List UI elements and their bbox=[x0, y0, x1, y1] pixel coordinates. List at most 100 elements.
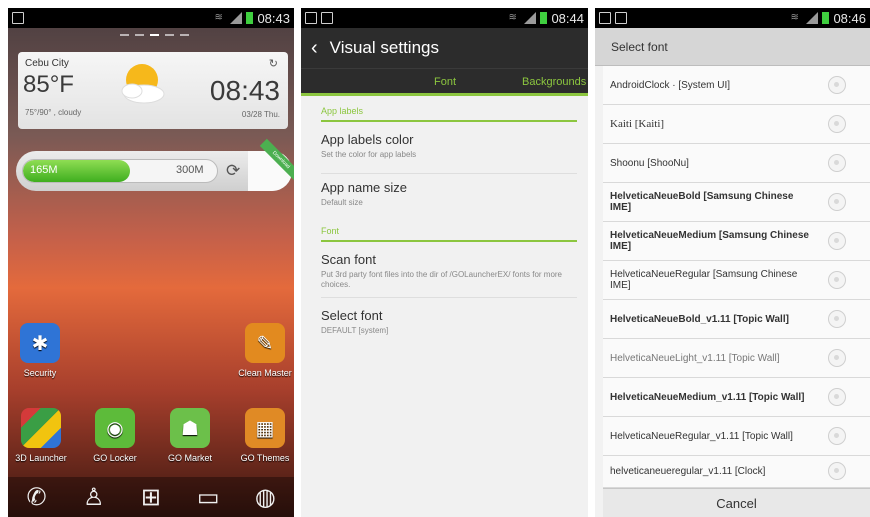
battery-icon bbox=[540, 12, 548, 24]
wifi-icon: ≋ bbox=[214, 12, 223, 23]
select-font-dialog: ≋ 08:46 Select font AndroidClock · [Syst… bbox=[595, 8, 870, 517]
launcher-icon bbox=[21, 408, 61, 448]
radio-button[interactable] bbox=[828, 115, 846, 133]
dock: ✆ ♙ ⊞ ▭ ◍ bbox=[8, 477, 294, 517]
app-label: GO Market bbox=[167, 453, 212, 463]
contacts-icon[interactable]: ♙ bbox=[76, 483, 112, 512]
app-label: 3D Launcher bbox=[15, 453, 67, 463]
radio-button[interactable] bbox=[828, 310, 846, 328]
status-bar: ≋ 08:44 bbox=[301, 8, 588, 28]
radio-button[interactable] bbox=[828, 193, 846, 211]
app-label: GO Locker bbox=[93, 453, 137, 463]
phone-icon[interactable]: ✆ bbox=[19, 483, 55, 512]
setting-subtitle: Set the color for app labels bbox=[321, 150, 417, 159]
download-promo[interactable]: Download bbox=[248, 138, 294, 191]
font-option[interactable]: HelveticaNeueBold_v1.11 [Topic Wall] bbox=[603, 300, 870, 339]
font-option[interactable]: Kaiti [Kaiti] bbox=[603, 105, 870, 144]
radio-button[interactable] bbox=[828, 76, 846, 94]
clean-memory-icon[interactable]: ⟳ bbox=[226, 161, 240, 181]
radio-button[interactable] bbox=[828, 271, 846, 289]
font-option-label: Kaiti [Kaiti] bbox=[610, 117, 665, 130]
font-option[interactable]: HelveticaNeueBold [Samsung Chinese IME] bbox=[603, 183, 870, 222]
notification-icon bbox=[305, 12, 317, 24]
weather-city: Cebu City bbox=[25, 58, 69, 69]
app-3d-launcher[interactable]: 3D Launcher bbox=[8, 408, 76, 463]
setting-title: Scan font bbox=[321, 252, 376, 267]
section-font: Font bbox=[321, 226, 577, 242]
font-option-label: HelveticaNeueBold_v1.11 [Topic Wall] bbox=[610, 313, 789, 325]
setting-app-name-size[interactable]: App name size Default size bbox=[321, 180, 577, 222]
memory-total: 300M bbox=[176, 164, 204, 176]
font-option[interactable]: HelveticaNeueMedium_v1.11 [Topic Wall] bbox=[603, 378, 870, 417]
lock-icon: ◉ bbox=[95, 408, 135, 448]
clock-date: 03/28 Thu. bbox=[241, 110, 280, 119]
setting-scan-font[interactable]: Scan font Put 3rd party font files into … bbox=[321, 252, 577, 298]
signal-icon bbox=[524, 12, 537, 24]
status-bar: ≋ 08:46 bbox=[595, 8, 870, 28]
font-option-label: HelveticaNeueLight_v1.11 [Topic Wall] bbox=[610, 352, 780, 364]
font-option-label: HelveticaNeueMedium_v1.11 [Topic Wall] bbox=[610, 391, 805, 403]
radio-button[interactable] bbox=[828, 349, 846, 367]
browser-icon[interactable]: ◍ bbox=[247, 483, 283, 512]
app-go-market[interactable]: ☗ GO Market bbox=[155, 408, 225, 463]
signal-icon bbox=[806, 12, 819, 24]
font-option-label: HelveticaNeueMedium [Samsung Chinese IME… bbox=[610, 230, 809, 252]
home-screen: ≋ 08:43 Cebu City 85°F 75°/90° , cloudy … bbox=[8, 8, 294, 517]
radio-button[interactable] bbox=[828, 388, 846, 406]
radio-button[interactable] bbox=[828, 154, 846, 172]
wifi-icon: ≋ bbox=[790, 12, 799, 23]
setting-subtitle: DEFAULT [system] bbox=[321, 326, 389, 335]
radio-button[interactable] bbox=[828, 462, 846, 480]
memory-widget[interactable]: 165M 300M ⟳ Download bbox=[16, 138, 294, 191]
font-option[interactable]: HelveticaNeueMedium [Samsung Chinese IME… bbox=[603, 222, 870, 261]
font-option[interactable]: AndroidClock · [System UI] bbox=[603, 66, 870, 105]
download-ribbon: Download bbox=[259, 138, 294, 182]
setting-app-labels-color[interactable]: App labels color Set the color for app l… bbox=[321, 132, 577, 174]
app-security[interactable]: ✱ Security bbox=[8, 323, 75, 378]
tab-backgrounds[interactable]: Backgrounds bbox=[522, 76, 586, 88]
battery-icon bbox=[246, 12, 254, 24]
page-indicator bbox=[120, 34, 189, 36]
signal-icon bbox=[230, 12, 243, 24]
weather-clock-widget[interactable]: Cebu City 85°F 75°/90° , cloudy ↻ 08:43 … bbox=[18, 52, 288, 129]
dialog-title: Select font bbox=[595, 28, 870, 66]
battery-icon bbox=[822, 12, 830, 24]
messages-icon[interactable]: ▭ bbox=[190, 483, 226, 512]
font-option-label: HelveticaNeueRegular [Samsung Chinese IM… bbox=[610, 269, 798, 291]
font-option[interactable]: HelveticaNeueRegular_v1.11 [Topic Wall] bbox=[603, 417, 870, 456]
app-go-locker[interactable]: ◉ GO Locker bbox=[80, 408, 150, 463]
setting-subtitle: Default size bbox=[321, 198, 363, 207]
font-option-label: helveticaneueregular_v1.11 [Clock] bbox=[610, 466, 766, 477]
security-icon: ✱ bbox=[20, 323, 60, 363]
page-title: Visual settings bbox=[329, 38, 439, 57]
back-arrow-icon[interactable]: ‹ bbox=[311, 37, 318, 60]
font-option[interactable]: HelveticaNeueLight_v1.11 [Topic Wall] bbox=[603, 339, 870, 378]
font-option[interactable]: Shoonu [ShooNu] bbox=[603, 144, 870, 183]
app-clean-master[interactable]: ✎ Clean Master bbox=[230, 323, 294, 378]
weather-condition: 75°/90° , cloudy bbox=[25, 108, 82, 117]
status-time: 08:44 bbox=[551, 10, 584, 26]
cancel-button[interactable]: Cancel bbox=[603, 488, 870, 517]
apps-grid-icon[interactable]: ⊞ bbox=[133, 483, 169, 512]
market-icon: ☗ bbox=[170, 408, 210, 448]
app-label: GO Themes bbox=[240, 453, 290, 463]
tab-font[interactable]: Font bbox=[434, 76, 456, 88]
status-bar: ≋ 08:43 bbox=[8, 8, 294, 28]
setting-title: Select font bbox=[321, 308, 383, 323]
radio-button[interactable] bbox=[828, 427, 846, 445]
wifi-icon: ≋ bbox=[508, 12, 517, 23]
font-option[interactable]: HelveticaNeueRegular [Samsung Chinese IM… bbox=[603, 261, 870, 300]
font-option[interactable]: helveticaneueregular_v1.11 [Clock] bbox=[603, 456, 870, 488]
clock-time: 08:43 bbox=[209, 75, 280, 106]
section-app-labels: App labels bbox=[321, 106, 577, 122]
visual-settings-screen: ≋ 08:44 ‹ Visual settings Font Backgroun… bbox=[301, 8, 588, 517]
image-icon bbox=[615, 12, 627, 24]
setting-title: App name size bbox=[321, 180, 407, 195]
refresh-icon[interactable]: ↻ bbox=[269, 57, 278, 70]
app-go-themes[interactable]: ▦ GO Themes bbox=[230, 408, 294, 463]
tab-indicator bbox=[301, 93, 588, 96]
title-bar: ‹ Visual settings bbox=[301, 28, 588, 68]
notification-icon bbox=[599, 12, 611, 24]
setting-select-font[interactable]: Select font DEFAULT [system] bbox=[321, 308, 577, 348]
radio-button[interactable] bbox=[828, 232, 846, 250]
